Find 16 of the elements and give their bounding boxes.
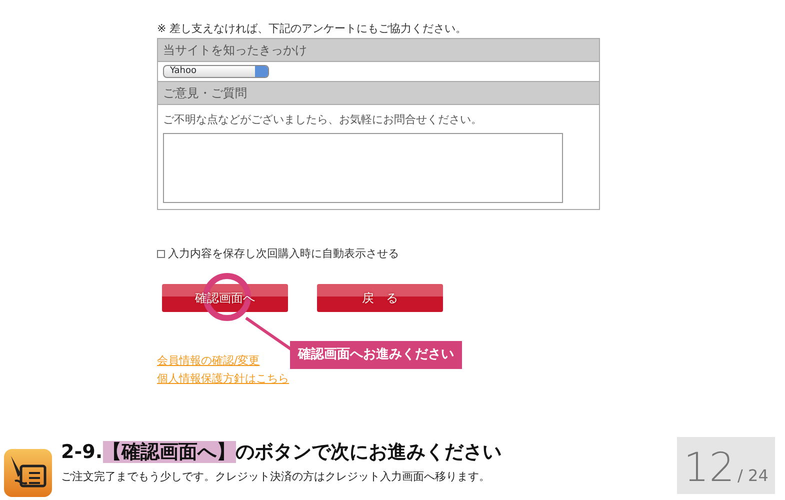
step-description: ご注文完了までもう少しです。クレジット決済の方はクレジット入力画面へ移ります。 — [61, 469, 491, 485]
table-heading: 当サイトを知ったきっかけ — [158, 39, 599, 62]
table-heading: ご意見・ご質問 — [158, 82, 599, 105]
checkbox-label: 入力内容を保存し次回購入時に自動表示させる — [168, 246, 399, 262]
step-title: 2-9.【確認画面へ】のボタンで次にお進みください — [61, 440, 502, 465]
callout-label: 確認画面へお進みください — [290, 341, 462, 368]
page-total: / 24 — [738, 466, 768, 486]
confirm-button[interactable]: 確認画面へ — [162, 284, 288, 312]
page-number: 12 — [684, 446, 735, 490]
checkbox[interactable] — [157, 250, 165, 258]
comment-field[interactable] — [163, 132, 563, 202]
hint-text: ご不明な点などがございましたら、お気軽にお問合せください。 — [163, 112, 483, 128]
notice-text: ※ 差し支えなければ、下記のアンケートにもご協力ください。 — [157, 21, 468, 37]
back-button[interactable]: 戻 る — [317, 284, 443, 312]
pen-document-icon — [3, 448, 53, 498]
select-field[interactable]: Yahoo — [163, 65, 269, 78]
